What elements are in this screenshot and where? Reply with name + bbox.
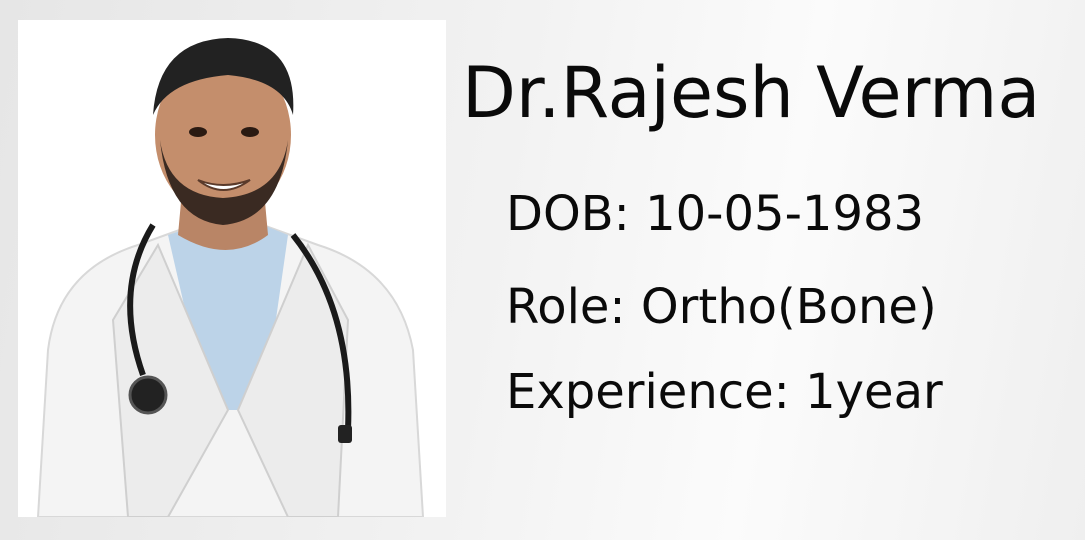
profile-card: Dr.Rajesh Verma DOB: 10-05-1983 Role: Or… xyxy=(0,0,1085,540)
doctor-name: Dr.Rajesh Verma xyxy=(462,52,1041,134)
doctor-photo xyxy=(18,20,446,517)
doctor-role: Role: Ortho(Bone) xyxy=(506,279,937,335)
doctor-experience: Experience: 1year xyxy=(506,364,943,420)
date-of-birth: DOB: 10-05-1983 xyxy=(506,186,925,242)
doctor-portrait-image xyxy=(18,20,446,517)
